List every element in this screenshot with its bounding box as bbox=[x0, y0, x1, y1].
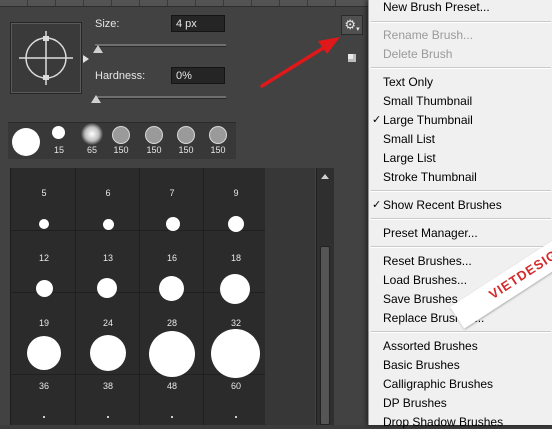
checkmark-icon: ✓ bbox=[372, 199, 382, 211]
menu-item-rename-brush[interactable]: Rename Brush... bbox=[383, 28, 473, 42]
menu-item-new-brush-preset[interactable]: New Brush Preset... bbox=[383, 0, 490, 14]
menu-item-assorted-brushes[interactable]: Assorted Brushes bbox=[383, 339, 478, 353]
brush-options-menu: New Brush Preset... Rename Brush... Dele… bbox=[368, 0, 552, 429]
menu-item-load-brushes[interactable]: Load Brushes... bbox=[383, 273, 467, 287]
menu-item-large-thumbnail[interactable]: Large Thumbnail bbox=[383, 113, 473, 127]
menu-item-large-list[interactable]: Large List bbox=[383, 151, 436, 165]
menu-item-drop-shadow-brushes[interactable]: Drop Shadow Brushes bbox=[383, 415, 503, 429]
menu-item-show-recent-brushes[interactable]: Show Recent Brushes bbox=[383, 198, 502, 212]
menu-item-calligraphic-brushes[interactable]: Calligraphic Brushes bbox=[383, 377, 493, 391]
menu-item-preset-manager[interactable]: Preset Manager... bbox=[383, 226, 478, 240]
menu-item-small-list[interactable]: Small List bbox=[383, 132, 435, 146]
checkmark-icon: ✓ bbox=[372, 114, 382, 126]
menu-item-text-only[interactable]: Text Only bbox=[383, 75, 433, 89]
menu-item-reset-brushes[interactable]: Reset Brushes... bbox=[383, 254, 472, 268]
menu-item-stroke-thumbnail[interactable]: Stroke Thumbnail bbox=[383, 170, 477, 184]
menu-item-dp-brushes[interactable]: DP Brushes bbox=[383, 396, 447, 410]
menu-item-small-thumbnail[interactable]: Small Thumbnail bbox=[383, 94, 472, 108]
menu-item-basic-brushes[interactable]: Basic Brushes bbox=[383, 358, 460, 372]
menu-item-delete-brush[interactable]: Delete Brush bbox=[383, 47, 452, 61]
